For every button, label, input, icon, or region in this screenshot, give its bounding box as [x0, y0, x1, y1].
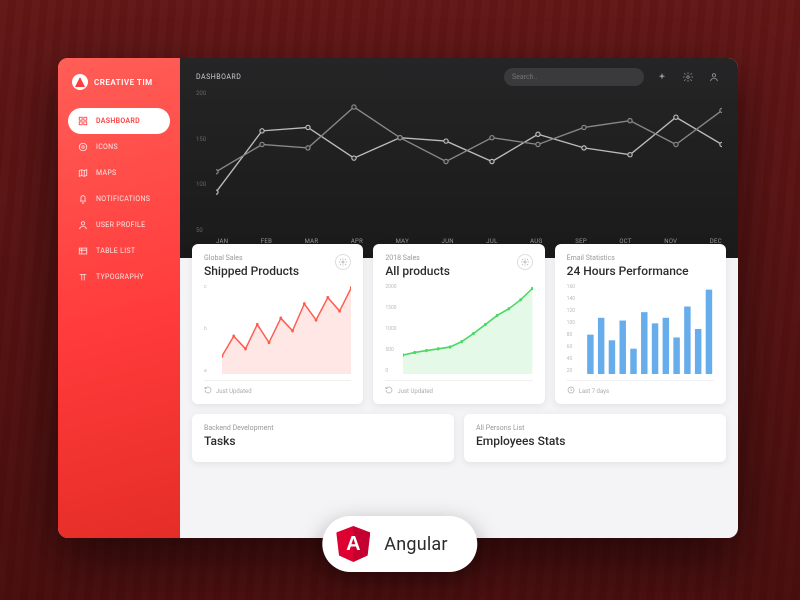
angular-label: Angular: [384, 534, 447, 555]
search-box[interactable]: [504, 68, 644, 86]
nav-label: NOTIFICATIONS: [96, 195, 150, 203]
card-footer: Just Updated: [204, 380, 351, 396]
card-subtitle: All Persons List: [476, 424, 714, 432]
cards-row: Global Sales Shipped Products cba Just Upda…: [180, 234, 738, 414]
brand: CREATIVE TIM: [68, 72, 170, 92]
card-title: 24 Hours Performance: [567, 264, 689, 278]
summary-card-0: Backend Development Tasks: [192, 414, 454, 462]
refresh-icon: [385, 386, 393, 396]
card-gear-button[interactable]: [517, 254, 533, 270]
cards-row-2: Backend Development Tasks All Persons List…: [180, 414, 738, 474]
nav-label: ICONS: [96, 143, 118, 151]
sidebar-item-user-profile[interactable]: USER PROFILE: [68, 212, 170, 238]
card-gear-button[interactable]: [335, 254, 351, 270]
hero-chart: 20015010050 JANFEBMARAPRMAYJUNJULAUGSEPO…: [196, 90, 722, 252]
card-chart: 16014012010080604020: [567, 284, 714, 374]
sidebar-item-dashboard[interactable]: DASHBOARD: [68, 108, 170, 134]
sidebar: CREATIVE TIM DASHBOARD ICONS MAPS NOTIFICAT…: [58, 58, 180, 538]
card-subtitle: Backend Development: [204, 424, 442, 432]
card-subtitle: Global Sales: [204, 254, 299, 262]
stat-card-0: Global Sales Shipped Products cba Just Upda…: [192, 244, 363, 404]
nav-label: TABLE LIST: [96, 247, 135, 255]
user-icon: [78, 220, 88, 230]
hero-panel: DASHBOARD 20015010050 JANFEBMARAPRMAYJUN…: [180, 58, 738, 258]
icons-icon: [78, 142, 88, 152]
nav-label: MAPS: [96, 169, 117, 177]
user-icon[interactable]: [706, 69, 722, 85]
sidebar-item-maps[interactable]: MAPS: [68, 160, 170, 186]
brand-text: CREATIVE TIM: [94, 78, 153, 87]
card-footer: Just Updated: [385, 380, 532, 396]
sidebar-item-icons[interactable]: ICONS: [68, 134, 170, 160]
main-content: DASHBOARD 20015010050 JANFEBMARAPRMAYJUN…: [180, 58, 738, 538]
card-title: Shipped Products: [204, 264, 299, 278]
nav-label: TYPOGRAPHY: [96, 273, 144, 281]
hero-chart-svg: [216, 90, 722, 226]
maps-icon: [78, 168, 88, 178]
card-title: Tasks: [204, 434, 442, 448]
card-chart: 2000150010005000: [385, 284, 532, 374]
stat-card-1: 2018 Sales All products 2000150010005000 Ju…: [373, 244, 544, 404]
sidebar-item-table-list[interactable]: TABLE LIST: [68, 238, 170, 264]
angular-shield-icon: A: [336, 526, 370, 562]
settings-icon[interactable]: [680, 69, 696, 85]
sidebar-item-typography[interactable]: TYPOGRAPHY: [68, 264, 170, 290]
app-window: CREATIVE TIM DASHBOARD ICONS MAPS NOTIFICAT…: [58, 58, 738, 538]
typography-icon: [78, 272, 88, 282]
bell-icon: [78, 194, 88, 204]
refresh-icon: [204, 386, 212, 396]
sidebar-item-notifications[interactable]: NOTIFICATIONS: [68, 186, 170, 212]
summary-card-1: All Persons List Employees Stats: [464, 414, 726, 462]
nav-list: DASHBOARD ICONS MAPS NOTIFICATIONS USER PROF…: [68, 108, 170, 290]
stat-card-2: Email Statistics 24 Hours Performance 1601…: [555, 244, 726, 404]
card-title: Employees Stats: [476, 434, 714, 448]
sparkle-icon[interactable]: [654, 69, 670, 85]
card-subtitle: 2018 Sales: [385, 254, 450, 262]
brand-logo-icon: [72, 74, 88, 90]
dashboard-icon: [78, 116, 88, 126]
angular-badge: A Angular: [322, 516, 477, 572]
search-input[interactable]: [512, 73, 630, 81]
card-subtitle: Email Statistics: [567, 254, 689, 262]
topbar: DASHBOARD: [196, 68, 722, 86]
clock-icon: [567, 386, 575, 396]
nav-label: USER PROFILE: [96, 221, 145, 229]
card-footer: Last 7 days: [567, 380, 714, 396]
card-chart: cba: [204, 284, 351, 374]
nav-label: DASHBOARD: [96, 117, 140, 125]
card-title: All products: [385, 264, 450, 278]
table-icon: [78, 246, 88, 256]
breadcrumb: DASHBOARD: [196, 73, 241, 81]
